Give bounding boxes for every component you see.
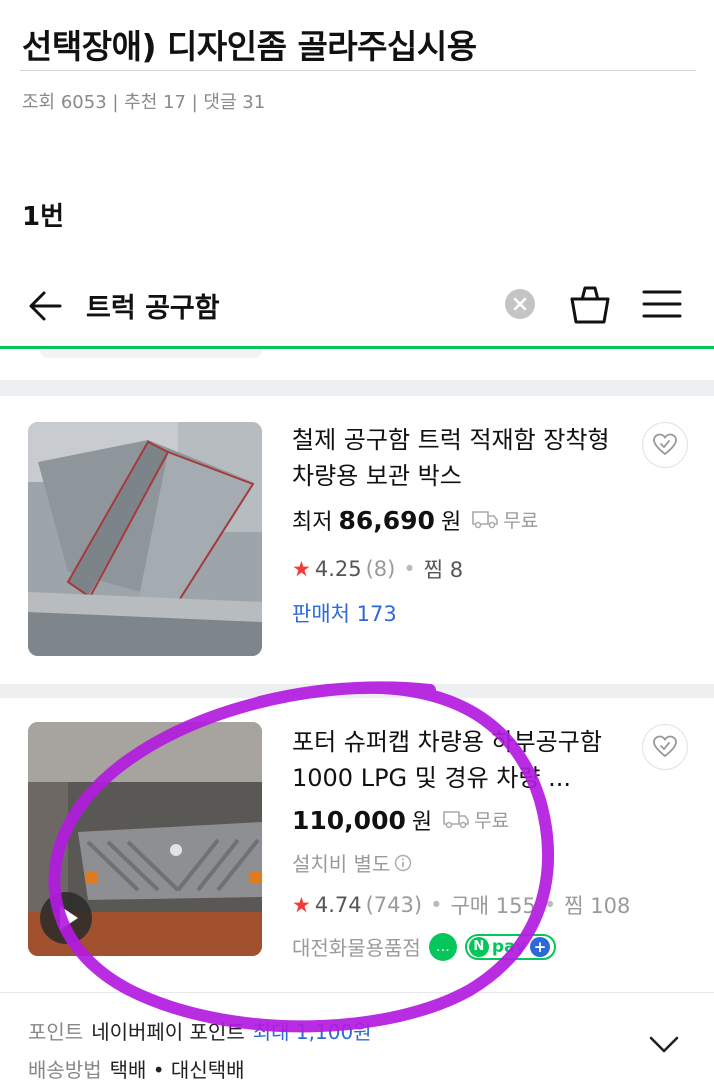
bottom-sheet: 포인트 네이버페이 포인트 최대 1,100원 배송방법 택배 • 대신택배 xyxy=(0,992,714,1089)
shipping-info: 무료 xyxy=(471,506,538,533)
seller-name[interactable]: 대전화물용품점 xyxy=(292,932,421,961)
point-row: 포인트 네이버페이 포인트 최대 1,100원 xyxy=(28,1016,372,1045)
review-count: (743) xyxy=(365,893,423,917)
separator-dot: • xyxy=(430,893,443,917)
info-icon[interactable] xyxy=(394,854,412,872)
price-unit: 원 xyxy=(440,510,462,535)
shipping-label: 무료 xyxy=(474,809,510,832)
wish-button[interactable] xyxy=(642,724,688,770)
npay-badge: N pay + xyxy=(464,933,557,960)
install-note-text: 설치비 별도 xyxy=(292,852,391,876)
talk-icon[interactable]: … xyxy=(428,932,457,961)
post-meta: 조회 6053 | 추천 17 | 댓글 31 xyxy=(22,92,266,113)
shipping-info: 무료 xyxy=(442,806,509,833)
price-row: 110,000 원 무료 xyxy=(292,804,509,836)
point-accent: 최대 1,100원 xyxy=(252,1020,372,1044)
back-arrow-icon xyxy=(29,291,62,321)
rating-row: ★ 4.25 (8) • 찜 8 xyxy=(292,554,463,584)
rating-row: ★ 4.74 (743) • 구매 155 • 찜 108 xyxy=(292,890,630,920)
product-card[interactable]: 철제 공구함 트럭 적재함 장착형 차량용 보관 박스 최저 86,690 원 … xyxy=(0,396,714,684)
truck-icon xyxy=(443,811,469,829)
delivery-row: 배송방법 택배 • 대신택배 xyxy=(28,1054,245,1083)
bottom-sheet-divider xyxy=(0,992,714,993)
point-label: 포인트 xyxy=(28,1020,84,1044)
separator-dot: • xyxy=(543,893,557,917)
rating-score: 4.25 xyxy=(314,557,362,581)
option-label: 1번 xyxy=(22,202,65,232)
product-image[interactable] xyxy=(28,422,262,656)
heart-icon xyxy=(653,433,677,456)
delivery-value: 택배 • 대신택배 xyxy=(109,1058,245,1082)
wish-count: 찜 8 xyxy=(423,558,464,582)
purchase-count: 구매 155 xyxy=(450,894,536,918)
product-price: 110,000 xyxy=(292,806,406,835)
point-value: 네이버페이 포인트 xyxy=(91,1020,245,1044)
seller-count-link[interactable]: 판매처 173 xyxy=(292,598,397,628)
install-note: 설치비 별도 xyxy=(292,848,412,877)
product-title[interactable]: 포터 슈퍼캡 차량용 하부공구함 1000 LPG 및 경유 차량 ... xyxy=(292,724,622,796)
expand-button[interactable] xyxy=(648,1032,680,1056)
delivery-label: 배송방법 xyxy=(28,1058,102,1082)
clear-icon xyxy=(513,297,527,311)
cart-button[interactable] xyxy=(568,282,612,326)
section-gap xyxy=(0,684,714,698)
review-count: (8) xyxy=(365,557,396,581)
seller-row: 대전화물용품점 … N pay + xyxy=(292,932,557,961)
back-button[interactable] xyxy=(26,286,66,326)
search-underline xyxy=(0,346,714,349)
star-icon: ★ xyxy=(292,893,311,917)
app-bar: 트럭 공구함 xyxy=(0,272,714,348)
price-unit: 원 xyxy=(411,810,433,835)
heart-icon xyxy=(653,735,677,758)
price-lead: 최저 xyxy=(292,510,333,535)
partial-item xyxy=(40,350,262,358)
cart-icon xyxy=(570,286,610,324)
npay-n-icon: N xyxy=(468,936,489,957)
separator-dot: • xyxy=(403,557,416,581)
product-card[interactable]: 포터 슈퍼캡 차량용 하부공구함 1000 LPG 및 경유 차량 ... 11… xyxy=(0,698,714,992)
section-gap xyxy=(0,380,714,396)
star-icon: ★ xyxy=(292,557,311,581)
menu-icon xyxy=(642,290,682,318)
wish-count: 찜 108 xyxy=(564,894,631,918)
chevron-down-icon xyxy=(649,1036,679,1053)
product-image[interactable] xyxy=(28,722,262,956)
search-query-title[interactable]: 트럭 공구함 xyxy=(86,286,220,325)
plus-icon: + xyxy=(530,936,551,957)
product-price: 86,690 xyxy=(338,506,435,535)
rating-score: 4.74 xyxy=(314,893,362,917)
truck-icon xyxy=(472,511,499,529)
menu-button[interactable] xyxy=(642,286,682,322)
npay-label: pay xyxy=(491,936,527,957)
title-divider xyxy=(20,70,696,71)
product-title[interactable]: 철제 공구함 트럭 적재함 장착형 차량용 보관 박스 xyxy=(292,422,622,494)
wish-button[interactable] xyxy=(642,422,688,468)
clear-search-button[interactable] xyxy=(505,289,535,319)
post-title: 선택장애) 디자인좀 골라주십시용 xyxy=(22,27,477,66)
shipping-label: 무료 xyxy=(503,509,539,532)
price-row: 최저 86,690 원 무료 xyxy=(292,504,538,536)
